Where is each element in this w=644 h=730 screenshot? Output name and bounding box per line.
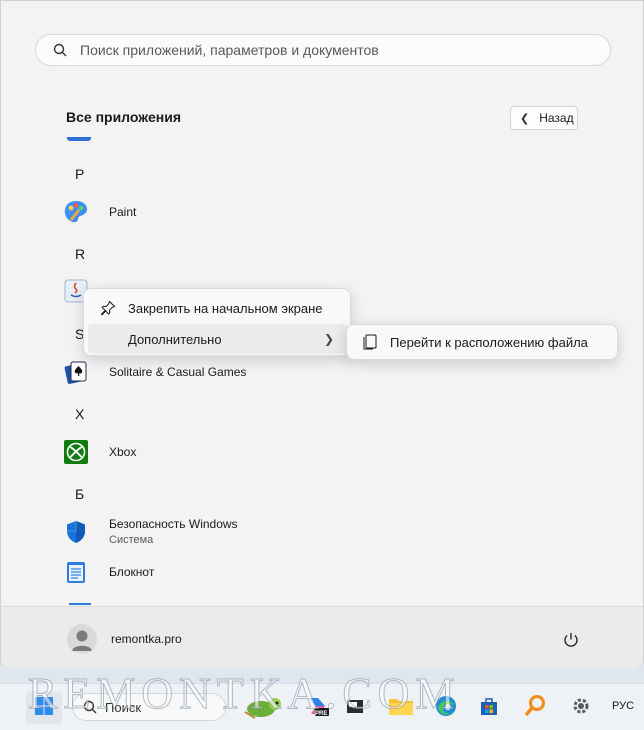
taskbar-edge[interactable]	[431, 693, 461, 723]
back-button-label: Назад	[539, 111, 574, 125]
app-label-solitaire: Solitaire & Casual Games	[109, 365, 247, 379]
app-item-notepad[interactable]: Блокнот	[63, 559, 154, 585]
app-window-icon	[344, 695, 366, 722]
app-sublabel-security: Система	[109, 534, 154, 546]
taskbar-search-label: Поиск	[105, 699, 142, 715]
search-highlight-image	[241, 692, 287, 725]
app-list[interactable]: P Paint R S Solitaire & Casual Games X X…	[1, 137, 644, 605]
search-icon	[52, 42, 68, 58]
app-item-windows-security[interactable]: Безопасность Windows Система	[63, 517, 238, 546]
taskbar-copilot[interactable]: PRE	[302, 693, 332, 723]
shield-icon	[63, 519, 89, 545]
language-indicator[interactable]: РУС	[612, 700, 634, 712]
letter-header-p[interactable]: P	[75, 166, 84, 182]
gear-icon	[570, 695, 592, 722]
taskbar-store[interactable]	[474, 693, 504, 723]
file-location-icon	[361, 334, 379, 350]
start-button[interactable]	[26, 692, 62, 724]
letter-header-b[interactable]: Б	[75, 486, 84, 502]
paint-icon	[63, 199, 89, 225]
search-icon	[83, 700, 97, 714]
app-label-notepad: Блокнот	[109, 565, 155, 579]
search-box[interactable]	[35, 34, 611, 66]
solitaire-icon	[63, 359, 89, 385]
pin-to-start-label: Закрепить на начальном экране	[128, 300, 323, 316]
edge-icon	[434, 694, 458, 723]
xbox-icon	[63, 439, 89, 465]
taskbar-app-dark[interactable]	[340, 693, 370, 723]
chevron-left-icon: ❮	[520, 112, 530, 125]
context-menu: Закрепить на начальном экране Дополнител…	[83, 288, 351, 356]
next-app-icon	[69, 603, 91, 605]
more-item[interactable]: Дополнительно ❯	[88, 324, 348, 354]
power-icon[interactable]	[559, 628, 583, 652]
taskbar-settings[interactable]	[566, 693, 596, 723]
magnifier-app-icon	[523, 694, 547, 723]
more-label: Дополнительно	[128, 331, 222, 347]
submenu[interactable]: Перейти к расположению файла	[346, 324, 618, 360]
notepad-icon	[63, 559, 89, 585]
taskbar-search-tool[interactable]	[520, 693, 550, 723]
app-item-paint[interactable]: Paint	[63, 199, 136, 225]
app-item-solitaire[interactable]: Solitaire & Casual Games	[63, 359, 246, 385]
app-label-xbox: Xbox	[109, 445, 137, 459]
open-file-location-label: Перейти к расположению файла	[390, 334, 588, 350]
letter-header-r[interactable]: R	[75, 246, 85, 262]
new-app-icon	[67, 137, 91, 141]
app-label-paint: Paint	[109, 205, 137, 219]
app-label-security: Безопасность Windows	[109, 517, 238, 531]
app-label-security-group: Безопасность Windows Система	[109, 517, 238, 546]
taskbar: Поиск PRE РУС	[0, 683, 644, 730]
all-apps-title: Все приложения	[66, 109, 182, 125]
pin-to-start-item[interactable]: Закрепить на начальном экране	[88, 293, 348, 323]
app-item-xbox[interactable]: Xbox	[63, 439, 136, 465]
chevron-right-icon: ❯	[323, 332, 334, 346]
windows-icon	[34, 696, 54, 721]
folder-icon	[388, 695, 414, 722]
pin-icon	[98, 300, 118, 316]
user-name[interactable]: remontka.pro	[111, 632, 182, 646]
taskbar-explorer[interactable]	[386, 693, 416, 723]
pre-badge: PRE	[315, 711, 328, 717]
user-bar: remontka.pro	[1, 606, 643, 668]
start-menu: Все приложения ❮ Назад P Paint R	[0, 0, 644, 668]
back-button[interactable]: ❮ Назад	[510, 106, 578, 130]
store-icon	[478, 695, 500, 722]
copilot-icon	[304, 693, 330, 724]
search-input[interactable]	[80, 36, 580, 64]
letter-header-x[interactable]: X	[75, 406, 84, 422]
avatar[interactable]	[67, 624, 97, 654]
taskbar-search[interactable]: Поиск	[72, 693, 281, 721]
